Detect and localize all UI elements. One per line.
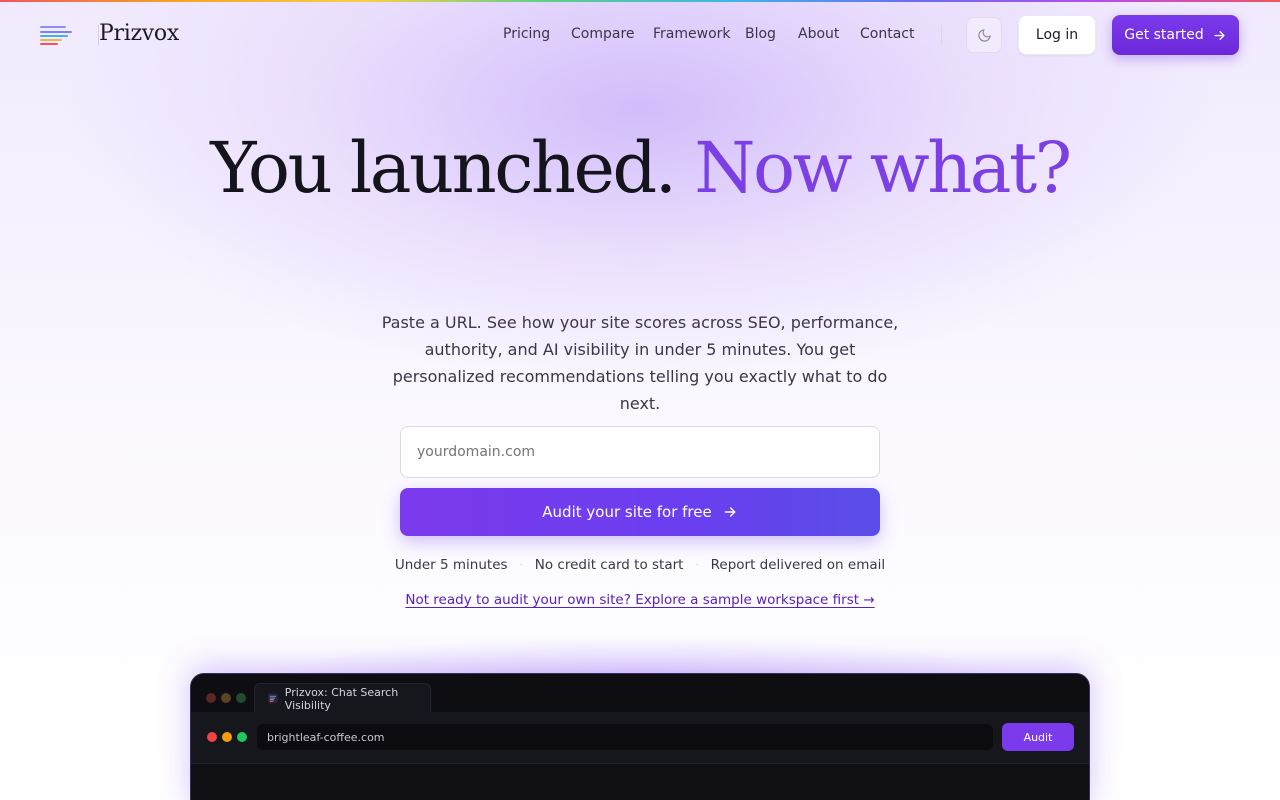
domain-input[interactable] bbox=[400, 426, 880, 478]
logo-line bbox=[40, 39, 62, 41]
brand-name: Prizvox bbox=[99, 21, 179, 46]
benefit-item: Under 5 minutes bbox=[394, 557, 508, 573]
nav-item-framework[interactable]: Framework bbox=[653, 26, 745, 42]
nav-item-compare[interactable]: Compare bbox=[571, 26, 653, 42]
arrow-right-icon bbox=[724, 507, 736, 517]
preview-audit-button[interactable]: Audit bbox=[1002, 723, 1074, 751]
logo-line bbox=[40, 43, 58, 45]
close-dot bbox=[207, 732, 217, 742]
preview-url-field[interactable]: brightleaf-coffee.com bbox=[257, 724, 993, 750]
hero-title-accent: Now what? bbox=[694, 127, 1072, 209]
moon-icon bbox=[977, 28, 991, 42]
brand-logo[interactable]: Prizvox bbox=[40, 21, 179, 48]
logo-line bbox=[40, 35, 68, 37]
main-nav: Pricing Compare Framework Blog About Con… bbox=[503, 26, 914, 42]
preview-tab-title: Prizvox: Chat Search Visibility bbox=[284, 685, 399, 712]
benefit-item: No credit card to start bbox=[534, 557, 684, 573]
logo-line bbox=[40, 26, 66, 28]
preview-tab-bar: Prizvox: Chat Search Visibility bbox=[191, 674, 1089, 713]
arrow-right-icon bbox=[1214, 30, 1225, 40]
audit-site-label: Audit your site for free bbox=[542, 503, 712, 521]
separator-dot: · bbox=[519, 559, 523, 571]
maximize-dot bbox=[237, 732, 247, 742]
audit-site-button[interactable]: Audit your site for free bbox=[400, 488, 880, 536]
maximize-dot bbox=[236, 693, 246, 703]
rainbow-top-bar bbox=[0, 0, 1280, 2]
window-controls bbox=[207, 732, 247, 742]
login-button[interactable]: Log in bbox=[1018, 15, 1096, 55]
get-started-button[interactable]: Get started bbox=[1112, 15, 1239, 55]
hero-title-main: You launched. bbox=[210, 127, 677, 209]
nav-item-blog[interactable]: Blog bbox=[745, 26, 798, 42]
nav-divider bbox=[941, 25, 942, 45]
logo-line bbox=[40, 31, 72, 33]
theme-toggle-button[interactable] bbox=[966, 17, 1002, 53]
hero-subtitle: Paste a URL. See how your site scores ac… bbox=[381, 313, 899, 413]
hero-title: You launched. Now what? bbox=[0, 128, 1280, 208]
get-started-label: Get started bbox=[1124, 27, 1204, 43]
minimize-dot bbox=[222, 732, 232, 742]
preview-browser-tab[interactable]: Prizvox: Chat Search Visibility bbox=[254, 683, 431, 713]
prizvox-logo-icon bbox=[268, 693, 278, 704]
benefit-item: Report delivered on email bbox=[710, 557, 886, 573]
window-controls bbox=[206, 693, 246, 703]
site-header: Prizvox Pricing Compare Framework Blog A… bbox=[0, 0, 1280, 70]
nav-item-contact[interactable]: Contact bbox=[860, 26, 914, 42]
nav-item-about[interactable]: About bbox=[798, 26, 860, 42]
benefits-list: Under 5 minutes · No credit card to star… bbox=[0, 557, 1280, 573]
nav-item-pricing[interactable]: Pricing bbox=[503, 26, 571, 42]
sample-workspace-link[interactable]: Not ready to audit your own site? Explor… bbox=[0, 592, 1280, 608]
app-preview-window: Prizvox: Chat Search Visibility brightle… bbox=[190, 673, 1090, 800]
separator-dot: · bbox=[695, 559, 699, 571]
prizvox-logo-icon bbox=[40, 23, 74, 47]
minimize-dot bbox=[221, 693, 231, 703]
close-dot bbox=[206, 693, 216, 703]
preview-toolbar: brightleaf-coffee.com Audit bbox=[191, 712, 1089, 764]
